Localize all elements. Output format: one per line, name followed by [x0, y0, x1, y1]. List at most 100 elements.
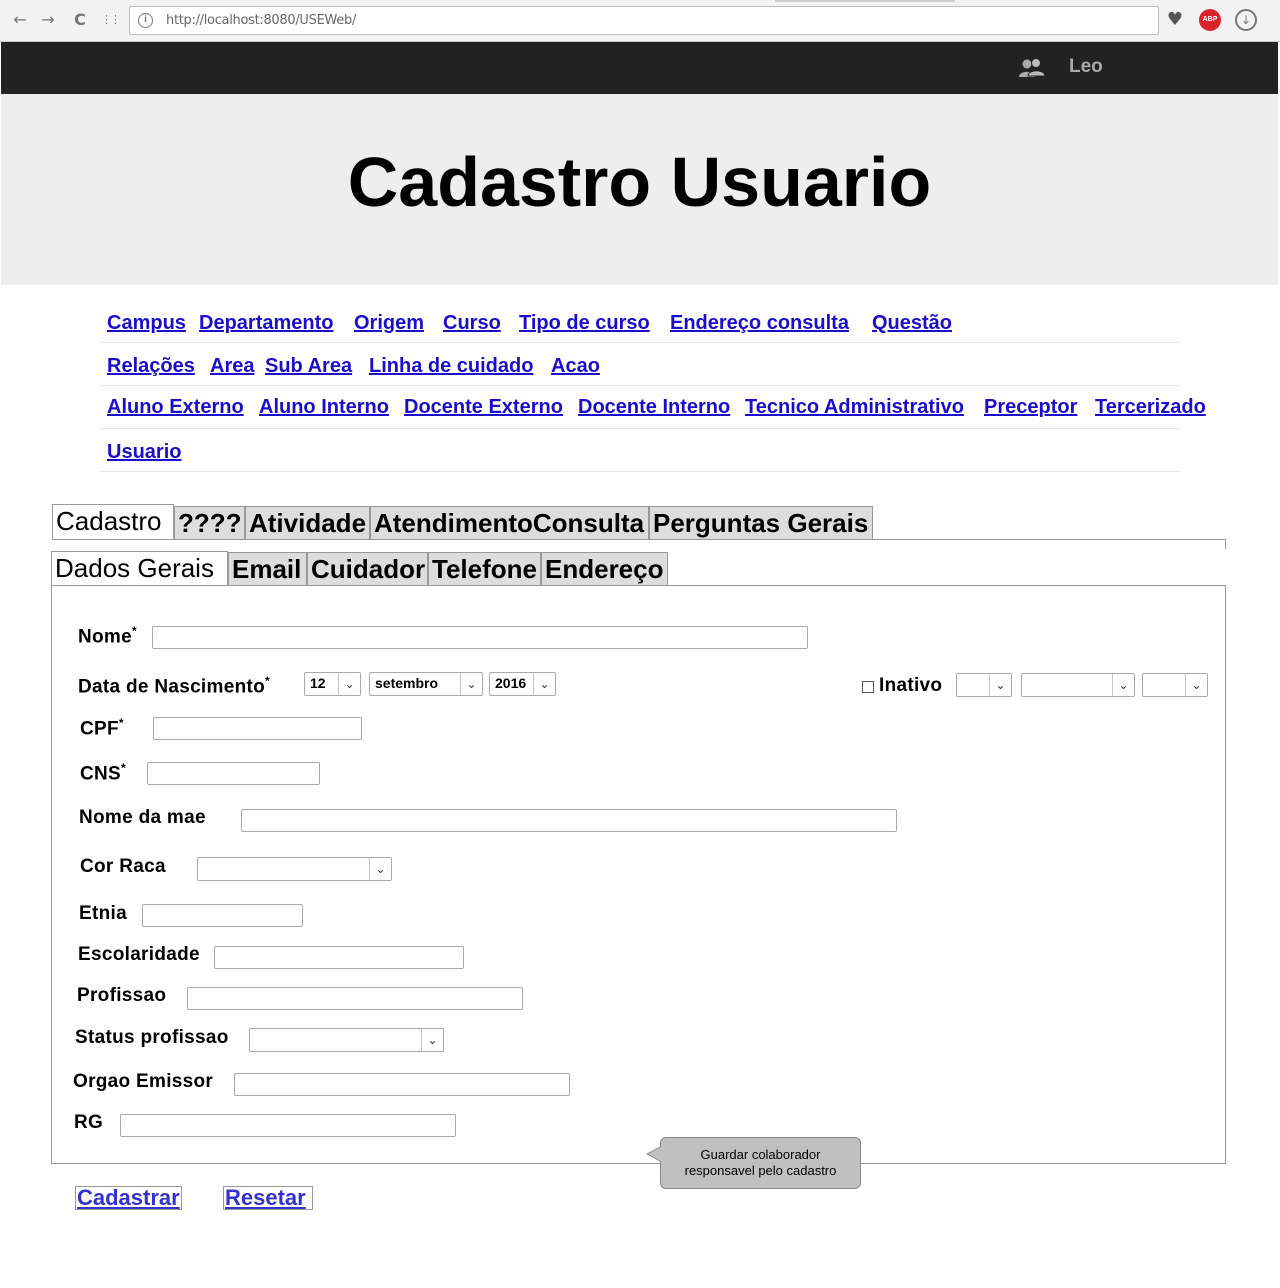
- browser-tab-edge: [775, 0, 955, 2]
- chevron-down-icon: ⌄: [1185, 674, 1207, 696]
- cadastrar-button[interactable]: Cadastrar: [75, 1186, 182, 1210]
- nome-label-text: Nome: [78, 626, 132, 648]
- nome-mae-input[interactable]: [241, 809, 897, 832]
- menu-link-relacoes[interactable]: Relações: [107, 355, 195, 378]
- escolaridade-input[interactable]: [214, 946, 464, 969]
- cpf-label-text: CPF: [80, 718, 119, 740]
- chevron-down-icon: ⌄: [338, 673, 360, 695]
- menu-row: Aluno Externo Aluno Interno Docente Exte…: [100, 386, 1206, 429]
- orgao-emissor-input[interactable]: [234, 1073, 570, 1096]
- chevron-down-icon: ⌄: [369, 858, 391, 880]
- tabs-divider: [52, 539, 1226, 540]
- menu-row: Relações Area Sub Area Linha de cuidado …: [100, 343, 1180, 386]
- chevron-down-icon: ⌄: [989, 674, 1011, 696]
- menu-link-aluno-interno[interactable]: Aluno Interno: [259, 396, 389, 419]
- adblock-icon[interactable]: ABP: [1199, 9, 1221, 31]
- username-label[interactable]: Leo: [1069, 56, 1103, 78]
- chevron-down-icon: ⌄: [1112, 674, 1134, 696]
- menu-link-docente-interno[interactable]: Docente Interno: [578, 396, 730, 419]
- menu-link-linha-de-cuidado[interactable]: Linha de cuidado: [369, 355, 533, 378]
- download-icon[interactable]: ↓: [1235, 9, 1257, 31]
- nome-mae-label: Nome da mae: [79, 807, 206, 828]
- tab-atividade[interactable]: Atividade: [245, 506, 370, 540]
- tooltip-line: responsavel pelo cadastro: [684, 1163, 837, 1178]
- status-profissao-select[interactable]: ⌄: [249, 1028, 444, 1052]
- resetar-button[interactable]: Resetar: [223, 1186, 313, 1210]
- menu-link-endereco-consulta[interactable]: Endereço consulta: [670, 312, 849, 335]
- menu-row: Usuario: [100, 429, 1180, 472]
- chevron-down-icon: ⌄: [460, 673, 482, 695]
- reload-icon[interactable]: C: [71, 11, 89, 29]
- apps-icon[interactable]: ⋮⋮: [101, 11, 121, 29]
- rg-input[interactable]: [120, 1114, 456, 1137]
- forward-icon[interactable]: →: [39, 11, 57, 29]
- inativo-month-select[interactable]: ⌄: [1021, 673, 1135, 697]
- site-info-icon[interactable]: i: [138, 13, 153, 28]
- chevron-down-icon: ⌄: [421, 1029, 443, 1051]
- cns-label-text: CNS: [80, 763, 122, 785]
- address-bar-url[interactable]: http://localhost:8080/USEWeb/: [166, 13, 356, 28]
- menu-link-curso[interactable]: Curso: [443, 312, 501, 335]
- menu-link-sub-area[interactable]: Sub Area: [265, 355, 352, 378]
- etnia-input[interactable]: [142, 904, 303, 927]
- nome-input[interactable]: [152, 626, 808, 649]
- menu-link-acao[interactable]: Acao: [551, 355, 600, 378]
- nascimento-month-select[interactable]: setembro ⌄: [369, 672, 483, 696]
- menu-link-area[interactable]: Area: [210, 355, 254, 378]
- cor-raca-select[interactable]: ⌄: [197, 857, 392, 881]
- cns-input[interactable]: [147, 762, 320, 785]
- tab-cadastro[interactable]: Cadastro: [52, 504, 174, 540]
- page-header: Cadastro Usuario: [1, 94, 1278, 285]
- inativo-year-select[interactable]: ⌄: [1142, 673, 1208, 697]
- required-mark: *: [121, 761, 126, 775]
- tab-telefone[interactable]: Telefone: [428, 552, 541, 586]
- orgao-emissor-label: Orgao Emissor: [73, 1071, 214, 1092]
- address-bar[interactable]: i http://localhost:8080/USEWeb/: [129, 6, 1159, 35]
- cpf-label: CPF*: [80, 716, 124, 740]
- menu-link-aluno-externo[interactable]: Aluno Externo: [107, 396, 244, 419]
- tab-email[interactable]: Email: [228, 552, 307, 586]
- menu-link-origem[interactable]: Origem: [354, 312, 424, 335]
- tab-endereco[interactable]: Endereço: [541, 552, 668, 586]
- nascimento-day-select[interactable]: 12 ⌄: [304, 672, 361, 696]
- tooltip-line: Guardar colaborador: [700, 1147, 821, 1162]
- bookmark-heart-icon[interactable]: ♥: [1164, 9, 1186, 31]
- tabs-divider-edge: [1225, 539, 1226, 549]
- tab-cuidador[interactable]: Cuidador: [307, 552, 428, 586]
- tab-dados-gerais[interactable]: Dados Gerais: [51, 551, 228, 586]
- nascimento-year-select[interactable]: 2016 ⌄: [489, 672, 556, 696]
- menu-link-departamento[interactable]: Departamento: [199, 312, 333, 335]
- menu-link-usuario[interactable]: Usuario: [107, 441, 181, 464]
- menu-link-docente-externo[interactable]: Docente Externo: [404, 396, 563, 419]
- help-tooltip: Guardar colaborador responsavel pelo cad…: [660, 1137, 861, 1189]
- users-icon[interactable]: [1019, 56, 1045, 80]
- menu-link-campus[interactable]: Campus: [107, 312, 186, 335]
- entity-menu: Campus Departamento Origem Curso Tipo de…: [100, 300, 1206, 472]
- tab-atendimento-consulta[interactable]: AtendimentoConsulta: [370, 506, 649, 540]
- back-icon[interactable]: ←: [11, 11, 29, 29]
- data-nascimento-label: Data de Nascimento*: [78, 674, 270, 698]
- cor-raca-label: Cor Raca: [80, 856, 166, 877]
- inativo-day-select[interactable]: ⌄: [956, 673, 1012, 697]
- profissao-input[interactable]: [187, 987, 523, 1010]
- nascimento-day-value: 12: [310, 675, 326, 691]
- menu-link-questao[interactable]: Questão: [872, 312, 952, 335]
- menu-link-tipo-de-curso[interactable]: Tipo de curso: [519, 312, 650, 335]
- required-mark: *: [132, 624, 137, 638]
- menu-link-tercerizado[interactable]: Tercerizado: [1095, 396, 1206, 419]
- page-title: Cadastro Usuario: [347, 143, 932, 221]
- rg-label: RG: [74, 1112, 104, 1133]
- tab-perguntas-gerais[interactable]: Perguntas Gerais: [649, 506, 873, 540]
- menu-link-tecnico-administrativo[interactable]: Tecnico Administrativo: [745, 396, 964, 419]
- cns-label: CNS*: [80, 761, 126, 785]
- required-mark: *: [265, 674, 270, 688]
- browser-toolbar: ← → C ⋮⋮ i http://localhost:8080/USEWeb/…: [0, 0, 1280, 42]
- menu-link-preceptor[interactable]: Preceptor: [984, 396, 1077, 419]
- etnia-label: Etnia: [79, 903, 127, 924]
- required-mark: *: [118, 716, 124, 730]
- cpf-input[interactable]: [153, 717, 362, 740]
- menu-row: Campus Departamento Origem Curso Tipo de…: [100, 300, 1180, 343]
- chevron-down-icon: ⌄: [533, 673, 555, 695]
- tab-unknown[interactable]: ????: [174, 506, 245, 540]
- inativo-checkbox[interactable]: [862, 681, 874, 693]
